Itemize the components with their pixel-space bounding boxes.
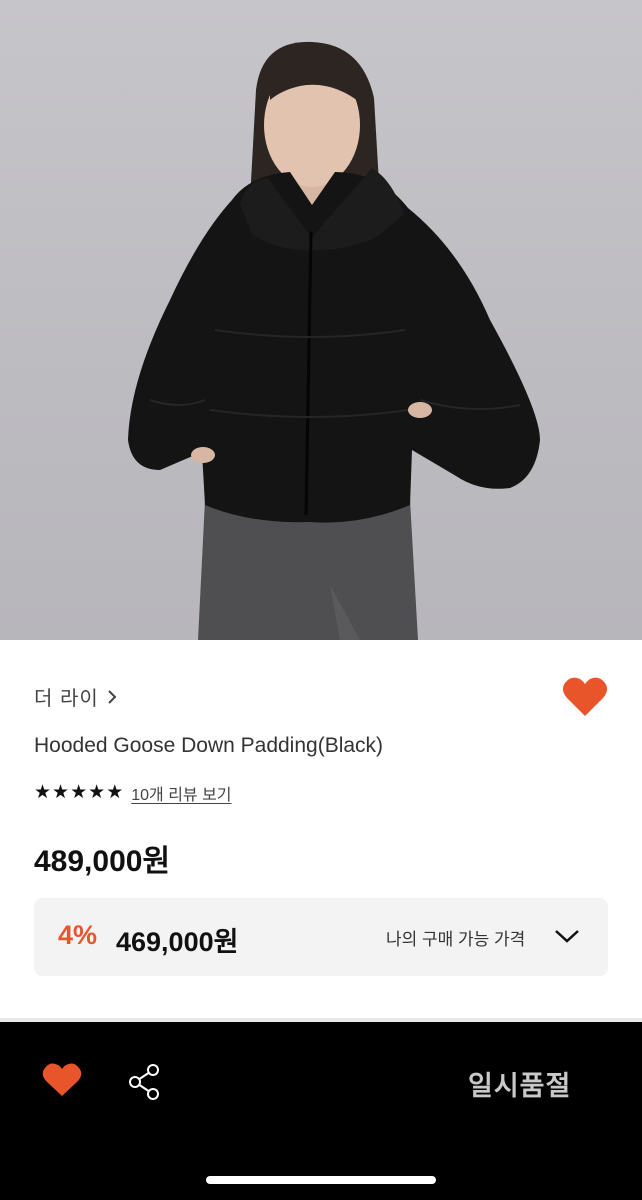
star-icon: ★ bbox=[34, 782, 52, 803]
sold-out-button[interactable]: 일시품절 bbox=[468, 1064, 571, 1103]
review-link[interactable]: 10개 리뷰 보기 bbox=[131, 781, 231, 805]
star-icon: ★ bbox=[88, 782, 106, 803]
my-price-dropdown[interactable]: 4% 469,000원 나의 구매 가능 가격 bbox=[34, 898, 608, 976]
bottom-action-bar: 일시품절 bbox=[0, 1022, 642, 1200]
discounted-price: 469,000원 bbox=[116, 927, 239, 957]
brand-name: 더 라이 bbox=[34, 688, 99, 710]
home-indicator bbox=[206, 1176, 436, 1184]
product-page: 더 라이 Hooded Goose Down Padding(Black) ★ … bbox=[0, 0, 642, 1200]
heart-icon[interactable] bbox=[562, 676, 608, 718]
rating-row: ★ ★ ★ ★ ★ 10개 리뷰 보기 bbox=[34, 781, 232, 805]
share-icon[interactable] bbox=[126, 1062, 162, 1102]
my-price-label: 나의 구매 가능 가격 bbox=[386, 930, 526, 949]
star-icon: ★ bbox=[70, 782, 88, 803]
chevron-down-icon bbox=[555, 930, 579, 943]
model-illustration bbox=[128, 41, 540, 640]
heart-icon[interactable] bbox=[42, 1062, 82, 1098]
product-title: Hooded Goose Down Padding(Black) bbox=[34, 734, 384, 757]
product-price: 489,000원 bbox=[34, 845, 171, 878]
chevron-right-icon bbox=[108, 689, 117, 704]
product-info: 더 라이 Hooded Goose Down Padding(Black) ★ … bbox=[0, 640, 642, 1018]
rating-stars: ★ ★ ★ ★ ★ bbox=[34, 783, 123, 803]
discount-percent: 4% bbox=[58, 920, 98, 950]
brand-link[interactable]: 더 라이 bbox=[34, 682, 117, 711]
star-icon: ★ bbox=[106, 782, 124, 803]
product-image[interactable] bbox=[0, 0, 642, 640]
star-icon: ★ bbox=[52, 782, 70, 803]
